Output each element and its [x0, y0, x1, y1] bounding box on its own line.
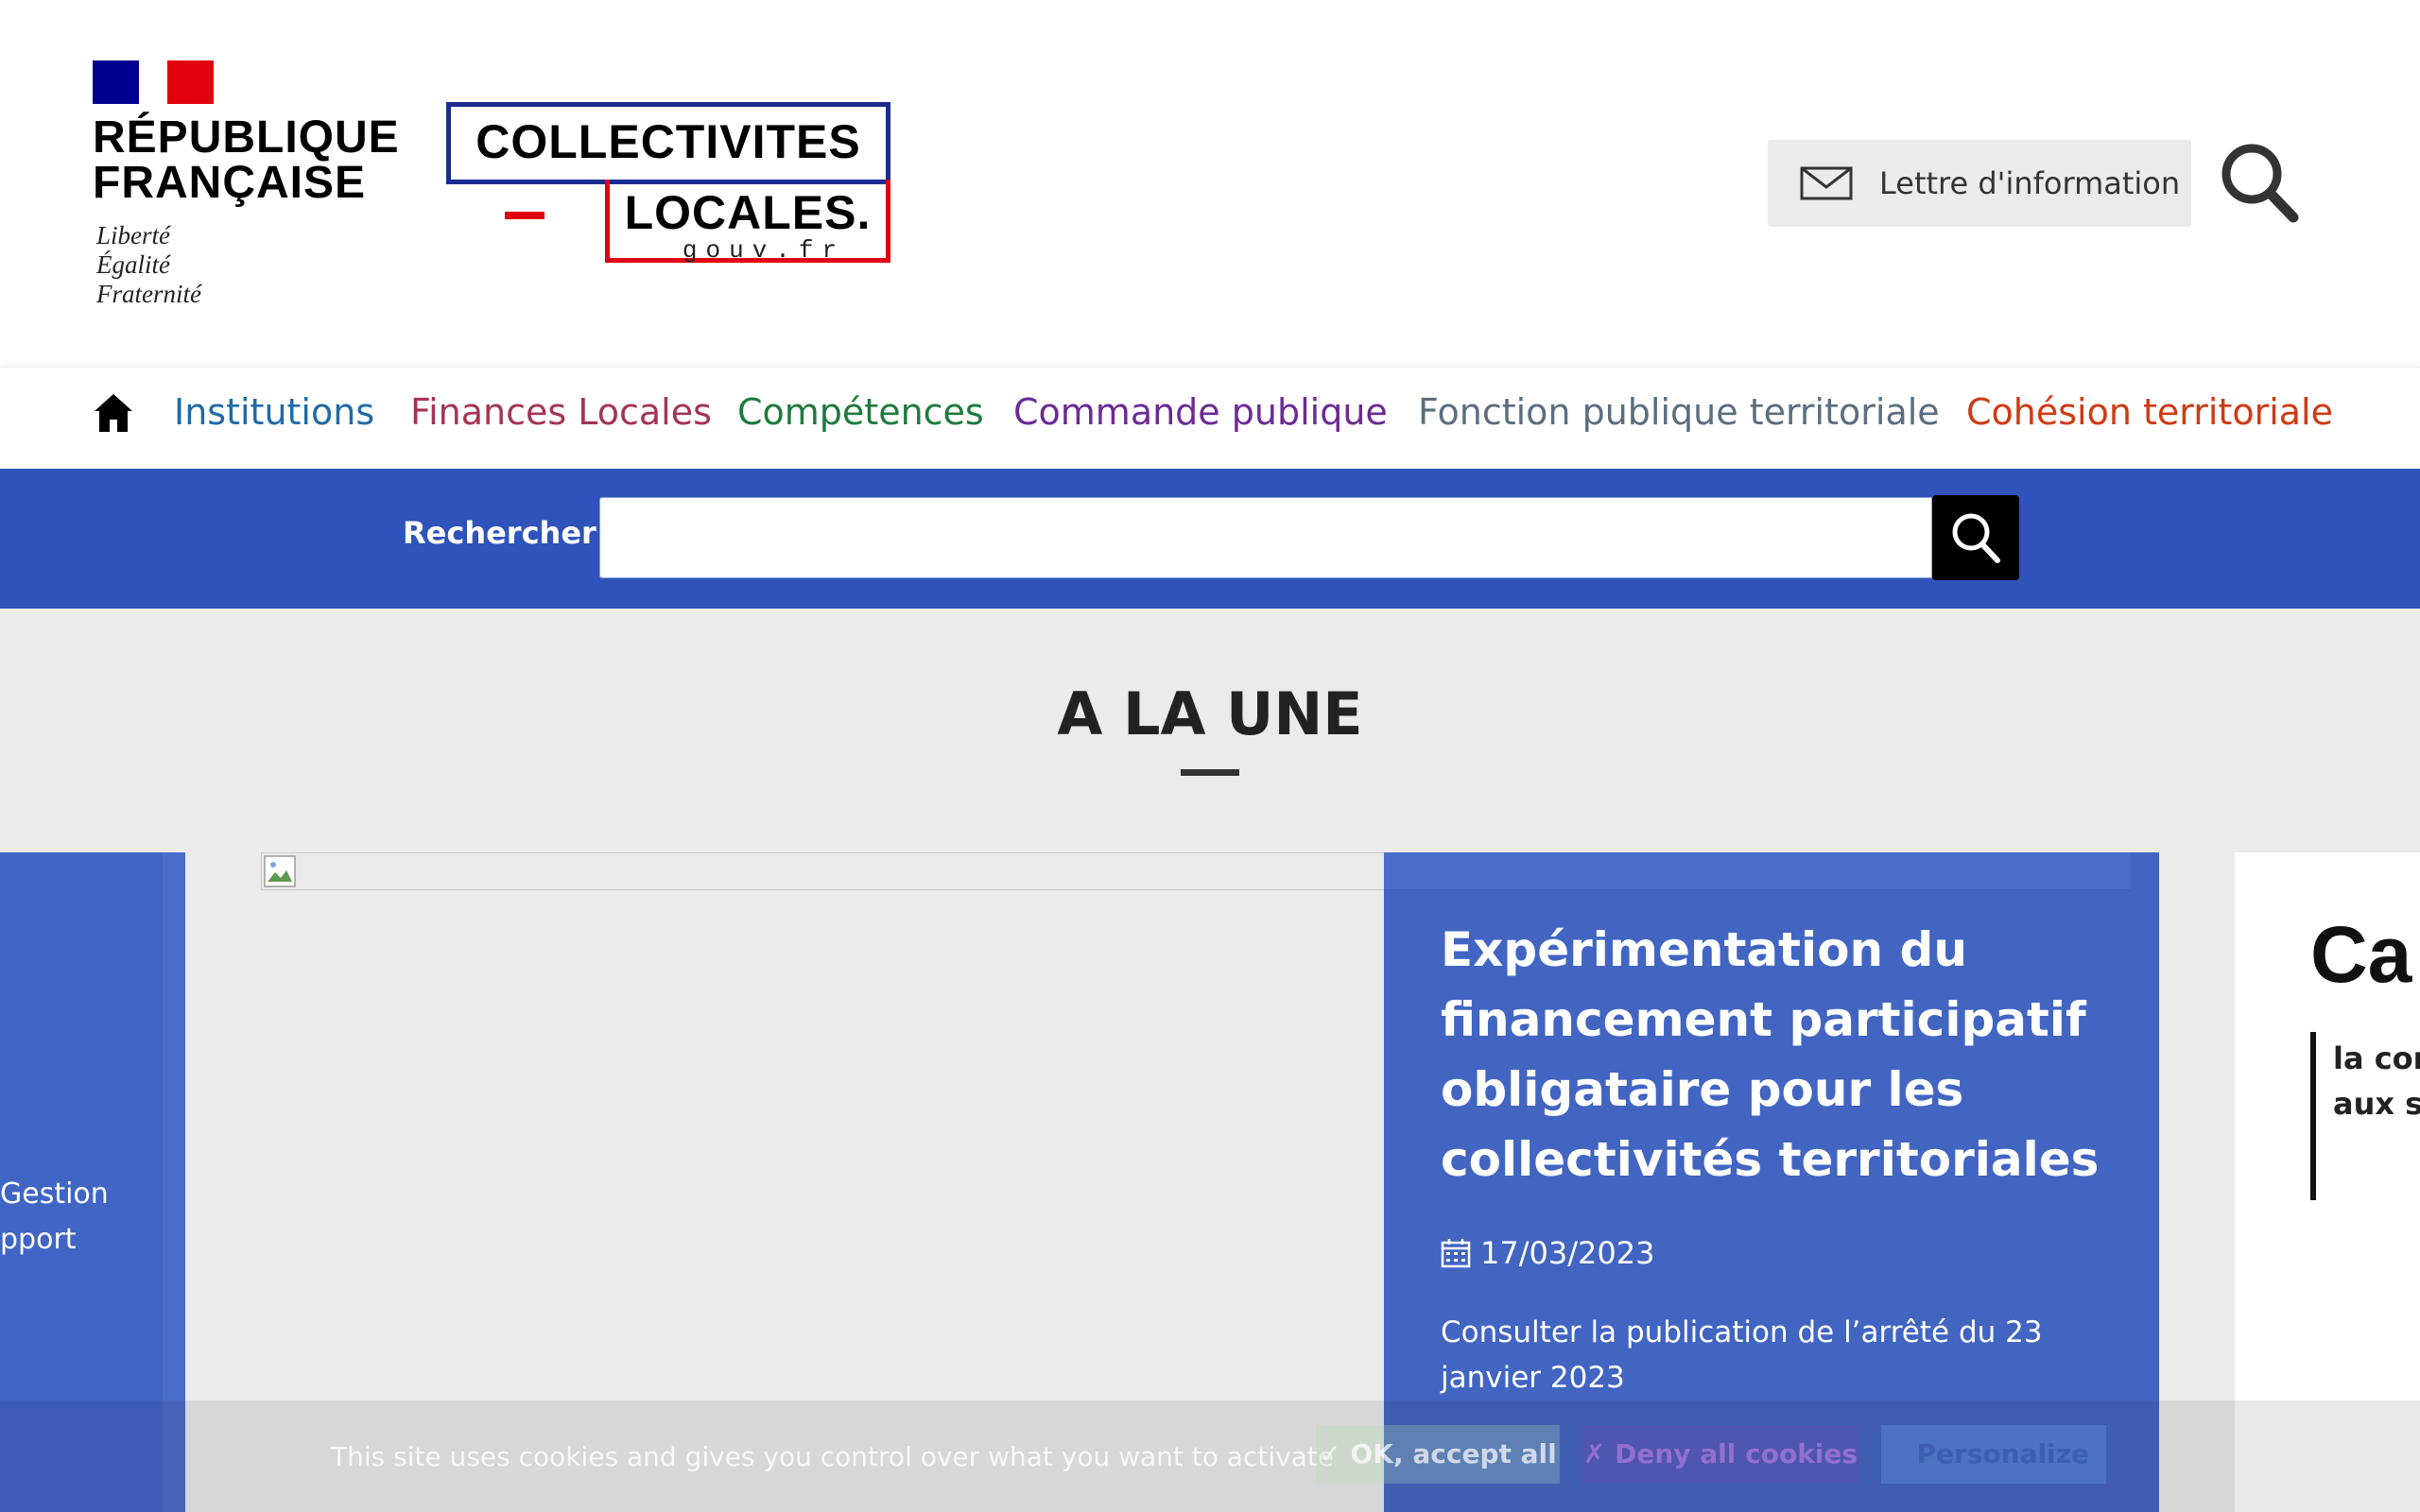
broken-image-icon	[264, 855, 296, 887]
search-input[interactable]	[599, 497, 1932, 578]
slide-card-top-strip	[1384, 852, 2131, 890]
cookie-personalize-button[interactable]: Personalize	[1881, 1425, 2106, 1484]
rf-name-line2: FRANÇAISE	[93, 158, 367, 208]
nav-item-cohesion-territoriale[interactable]: Cohésion territoriale	[1966, 388, 2333, 436]
next-slide-line: la cor	[2333, 1040, 2420, 1076]
motto-egalite: Égalité	[96, 250, 170, 279]
previous-slide-line: Gestion	[0, 1177, 109, 1211]
site-header: RÉPUBLIQUE FRANÇAISE Liberté Égalité Fra…	[0, 0, 2420, 367]
section-title-underline	[1181, 769, 1239, 776]
collectivites-locales-logo[interactable]: COLLECTIVITES LOCALES. gouv.fr	[446, 102, 892, 268]
next-slide-title: Ca	[2310, 910, 2412, 999]
slide-date-value: 17/03/2023	[1480, 1235, 1655, 1271]
envelope-icon	[1800, 166, 1853, 200]
rf-name-line1: RÉPUBLIQUE	[93, 112, 400, 163]
newsletter-button[interactable]: Lettre d'information	[1768, 140, 2191, 227]
newsletter-label: Lettre d'information	[1879, 165, 2181, 201]
calendar-icon	[1441, 1239, 1471, 1268]
logo-line1: COLLECTIVITES	[475, 115, 861, 168]
logo-line2: LOCALES.	[624, 186, 872, 239]
nav-item-competences[interactable]: Compétences	[737, 388, 984, 436]
nav-item-commande-publique[interactable]: Commande publique	[1013, 388, 1388, 436]
previous-slide-line: pport	[0, 1223, 77, 1256]
search-band: Rechercher	[0, 469, 2420, 609]
cookie-accept-button[interactable]: ✓ OK, accept all	[1316, 1425, 1560, 1484]
section-title: A LA UNE	[1057, 679, 1363, 748]
motto-liberte: Liberté	[96, 221, 170, 249]
republique-motto: Liberté Égalité Fraternité	[96, 221, 201, 309]
cookie-message: This site uses cookies and gives you con…	[331, 1441, 1335, 1472]
next-slide-bar	[2310, 1032, 2316, 1200]
next-slide-line: aux se	[2333, 1086, 2420, 1122]
logo-url: gouv.fr	[682, 236, 846, 265]
cookie-deny-button[interactable]: ✗ Deny all cookies	[1581, 1425, 1860, 1484]
marianne-flag-icon	[93, 60, 214, 104]
home-icon[interactable]	[93, 390, 134, 436]
slide-date: 17/03/2023	[1441, 1234, 1654, 1272]
next-slide-text: la cor aux se	[2333, 1036, 2420, 1126]
previous-slide-text: Gestion pport	[0, 1172, 151, 1263]
nav-item-finances-locales[interactable]: Finances Locales	[410, 388, 712, 436]
cookie-consent-bar: This site uses cookies and gives you con…	[0, 1400, 2420, 1512]
slide-description: Consulter la publication de l’arrêté du …	[1441, 1315, 2043, 1395]
search-label: Rechercher	[403, 515, 596, 551]
search-icon	[1952, 513, 2000, 563]
republique-francaise-name: RÉPUBLIQUE FRANÇAISE	[93, 112, 400, 208]
a-la-une-section: A LA UNE Gestion pport Expérimentation d…	[0, 609, 2420, 1512]
search-icon[interactable]	[2218, 140, 2301, 225]
nav-item-fonction-publique-territoriale[interactable]: Fonction publique territoriale	[1418, 388, 1940, 436]
logo-red-dash	[505, 212, 544, 219]
main-navigation: Institutions Finances Locales Compétence…	[0, 367, 2420, 469]
search-submit-button[interactable]	[1932, 495, 2019, 580]
nav-item-institutions[interactable]: Institutions	[174, 388, 374, 436]
republique-francaise-logo[interactable]: RÉPUBLIQUE FRANÇAISE Liberté Égalité Fra…	[93, 60, 400, 316]
motto-fraternite: Fraternité	[96, 280, 201, 308]
slide-headline[interactable]: Expérimentation du financement participa…	[1441, 915, 2121, 1194]
